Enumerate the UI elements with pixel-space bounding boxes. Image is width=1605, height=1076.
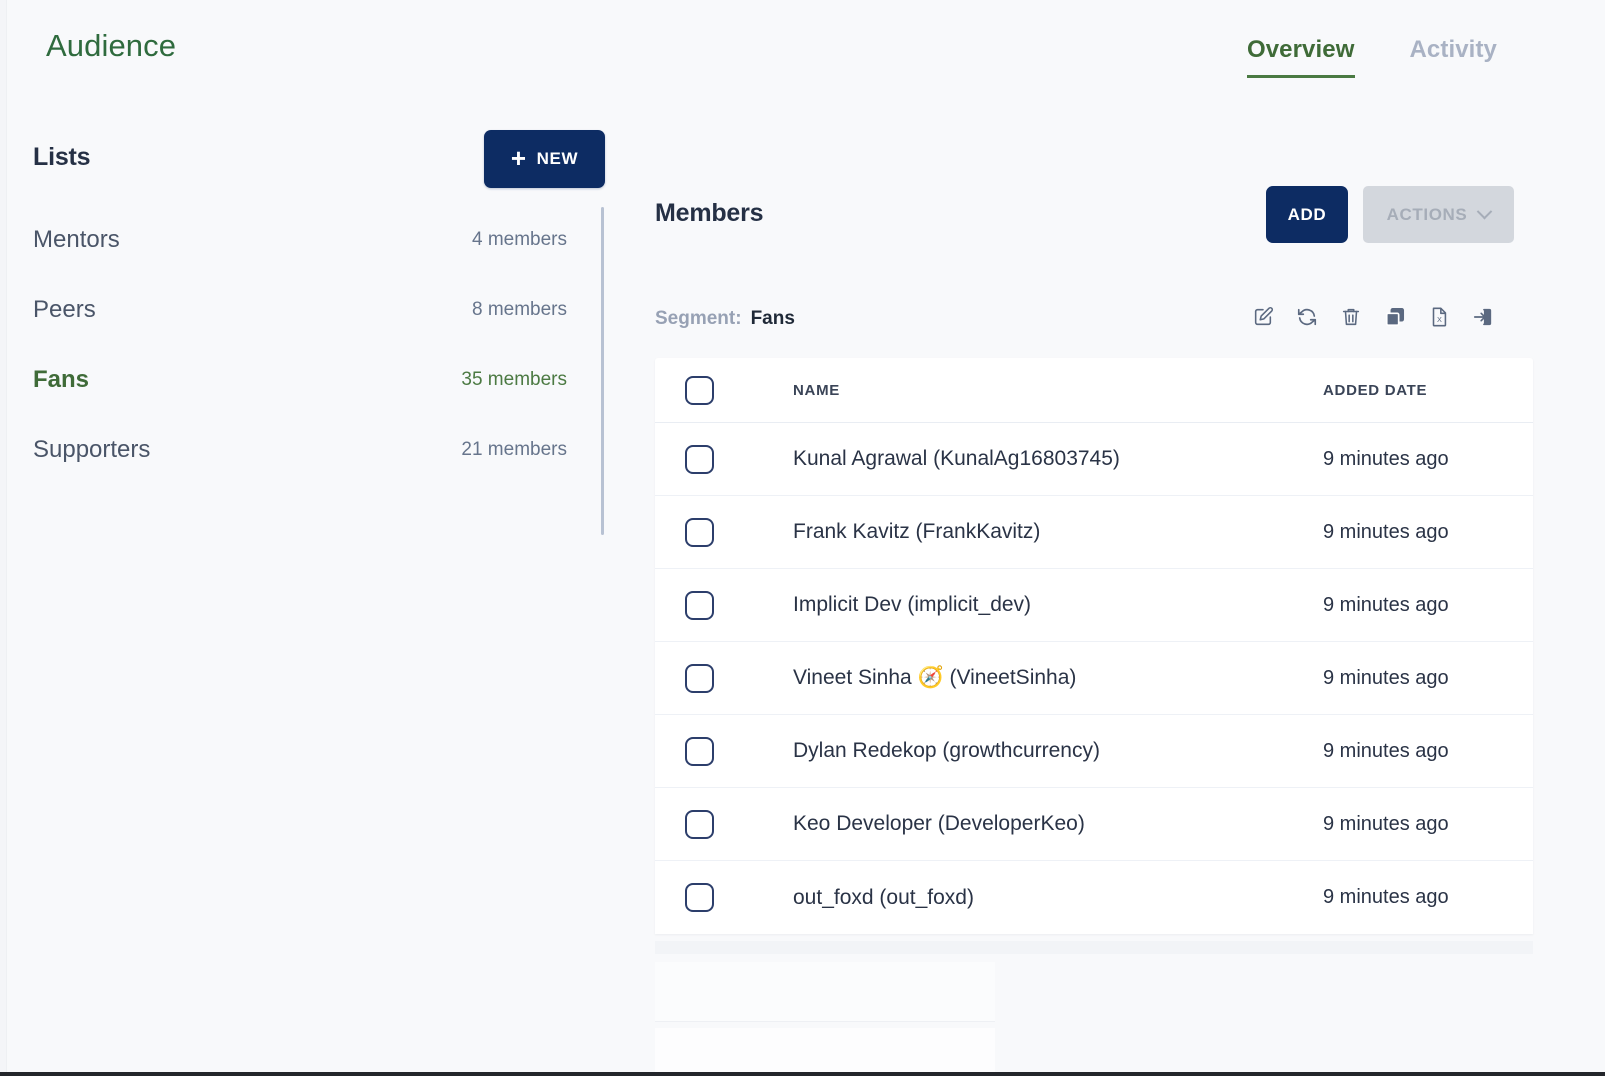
audience-page: Audience Overview Activity Lists + NEW M… [0, 0, 1605, 1076]
table-row[interactable]: Dylan Redekop (growthcurrency) 9 minutes… [655, 715, 1533, 788]
member-name: Implicit Dev (implicit_dev) [793, 593, 1323, 617]
member-added-date: 9 minutes ago [1323, 521, 1533, 544]
lower-panel-lower [655, 1028, 995, 1072]
excel-file-icon[interactable]: X [1426, 303, 1452, 331]
row-select-cell [685, 810, 793, 839]
table-toolbar: X [1250, 303, 1496, 331]
member-name: Vineet Sinha 🧭 (VineetSinha) [793, 666, 1323, 690]
top-tabs: Overview Activity [1247, 36, 1497, 78]
row-select-cell [685, 518, 793, 547]
row-select-cell [685, 737, 793, 766]
row-select-cell [685, 445, 793, 474]
row-checkbox[interactable] [685, 664, 714, 693]
table-row[interactable]: Kunal Agrawal (KunalAg16803745) 9 minute… [655, 423, 1533, 496]
lists-container: Mentors 4 members Peers 8 members Fans 3… [33, 205, 567, 485]
row-select-cell [685, 591, 793, 620]
row-checkbox[interactable] [685, 883, 714, 912]
list-item-count: 8 members [472, 299, 567, 321]
list-item-name: Fans [33, 366, 89, 394]
member-name: Kunal Agrawal (KunalAg16803745) [793, 447, 1323, 471]
list-item-count: 4 members [472, 229, 567, 251]
column-header-added-date[interactable]: ADDED DATE [1323, 382, 1533, 399]
list-item-name: Mentors [33, 226, 120, 254]
new-list-button-label: NEW [537, 149, 578, 169]
actions-button-label: ACTIONS [1387, 205, 1468, 225]
member-added-date: 9 minutes ago [1323, 813, 1533, 836]
member-name: Keo Developer (DeveloperKeo) [793, 812, 1323, 836]
actions-button[interactable]: ACTIONS [1363, 186, 1514, 243]
column-header-name[interactable]: NAME [793, 382, 1323, 399]
left-edge-strip [0, 0, 7, 1076]
row-checkbox[interactable] [685, 810, 714, 839]
segment-label: Segment: [655, 308, 742, 330]
segment-value: Fans [751, 308, 795, 330]
row-checkbox[interactable] [685, 591, 714, 620]
new-list-button[interactable]: + NEW [484, 130, 605, 188]
row-checkbox[interactable] [685, 445, 714, 474]
sidebar-item-peers[interactable]: Peers 8 members [33, 275, 567, 345]
table-footer-strip [655, 941, 1533, 954]
row-select-cell [685, 664, 793, 693]
panel-divider [601, 207, 604, 535]
select-all-checkbox[interactable] [685, 376, 714, 405]
table-header-row: NAME ADDED DATE [655, 358, 1533, 423]
refresh-icon[interactable] [1294, 303, 1320, 331]
row-checkbox[interactable] [685, 737, 714, 766]
member-name: Dylan Redekop (growthcurrency) [793, 739, 1323, 763]
add-button[interactable]: ADD [1266, 186, 1348, 243]
edit-icon[interactable] [1250, 303, 1276, 331]
members-heading: Members [655, 199, 763, 228]
tab-overview[interactable]: Overview [1247, 36, 1355, 78]
window-bottom-border [0, 1072, 1605, 1076]
member-added-date: 9 minutes ago [1323, 594, 1533, 617]
member-added-date: 9 minutes ago [1323, 740, 1533, 763]
member-name: Frank Kavitz (FrankKavitz) [793, 520, 1323, 544]
copy-icon[interactable] [1382, 303, 1408, 331]
segment-indicator: Segment: Fans [655, 308, 795, 330]
sidebar-item-mentors[interactable]: Mentors 4 members [33, 205, 567, 275]
trash-icon[interactable] [1338, 303, 1364, 331]
table-row[interactable]: Keo Developer (DeveloperKeo) 9 minutes a… [655, 788, 1533, 861]
list-item-count: 21 members [461, 439, 567, 461]
lower-panel-upper [655, 962, 995, 1022]
list-item-count: 35 members [461, 369, 567, 391]
row-select-cell [685, 883, 793, 912]
member-added-date: 9 minutes ago [1323, 886, 1533, 909]
sidebar-item-fans[interactable]: Fans 35 members [33, 345, 567, 415]
export-icon[interactable] [1470, 303, 1496, 331]
lists-heading: Lists [33, 143, 90, 172]
list-item-name: Supporters [33, 436, 150, 464]
member-added-date: 9 minutes ago [1323, 667, 1533, 690]
row-checkbox[interactable] [685, 518, 714, 547]
svg-text:X: X [1437, 315, 1442, 324]
select-all-cell [685, 376, 793, 405]
tab-activity[interactable]: Activity [1410, 36, 1498, 78]
table-row[interactable]: Vineet Sinha 🧭 (VineetSinha) 9 minutes a… [655, 642, 1533, 715]
list-item-name: Peers [33, 296, 96, 324]
table-row[interactable]: out_foxd (out_foxd) 9 minutes ago [655, 861, 1533, 934]
member-name: out_foxd (out_foxd) [793, 886, 1323, 910]
chevron-down-icon [1477, 204, 1493, 220]
plus-icon: + [511, 145, 527, 171]
table-row[interactable]: Implicit Dev (implicit_dev) 9 minutes ag… [655, 569, 1533, 642]
members-table: NAME ADDED DATE Kunal Agrawal (KunalAg16… [655, 358, 1533, 934]
sidebar-item-supporters[interactable]: Supporters 21 members [33, 415, 567, 485]
member-added-date: 9 minutes ago [1323, 448, 1533, 471]
table-row[interactable]: Frank Kavitz (FrankKavitz) 9 minutes ago [655, 496, 1533, 569]
page-title: Audience [46, 28, 176, 64]
